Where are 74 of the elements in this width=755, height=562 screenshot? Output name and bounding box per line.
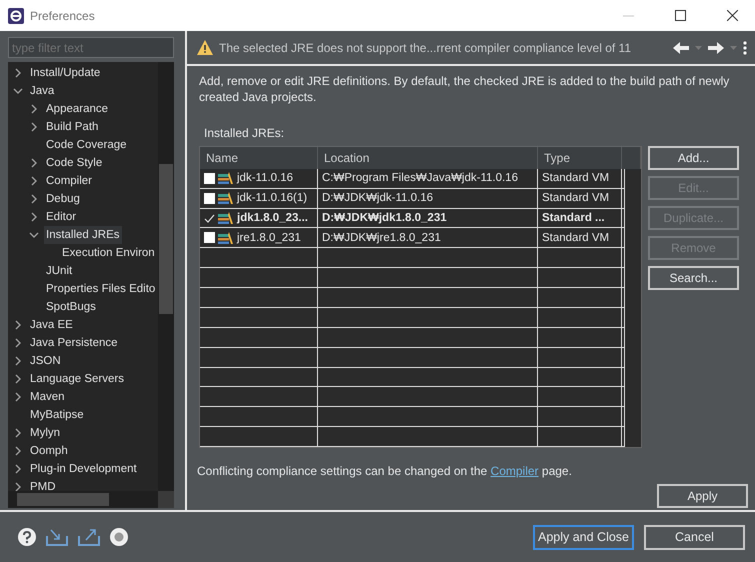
tree-item[interactable]: Oomph <box>28 442 70 460</box>
import-icon[interactable] <box>46 528 68 546</box>
scrollbar-corner <box>158 491 174 508</box>
table-cell: D:₩JDK₩jre1.8.0_231 <box>322 232 441 244</box>
warning-icon <box>197 40 213 55</box>
close-icon[interactable] <box>726 10 738 21</box>
checkbox[interactable] <box>204 192 215 204</box>
table-cell: D:₩JDK₩jdk-11.0.16 <box>322 192 433 204</box>
tree-item[interactable]: Maven <box>28 388 67 406</box>
tree-item[interactable]: Install/Update <box>28 64 102 82</box>
checkbox[interactable] <box>204 172 215 184</box>
compliance-note: Conflicting compliance settings can be changed on the Compiler page. <box>197 464 573 478</box>
table-cell: Standard ... <box>542 212 605 224</box>
side-button[interactable]: Search... <box>648 266 739 290</box>
dialog-button[interactable]: Cancel <box>644 524 745 550</box>
tree-item[interactable]: Plug-in Development <box>28 460 139 478</box>
tree-item[interactable]: Code Coverage <box>44 136 129 154</box>
chevron-down-icon[interactable] <box>29 230 39 240</box>
table-label: Installed JREs: <box>204 126 286 140</box>
table-cell: C:₩Program Files₩Java₩jdk-11.0.16 <box>322 172 518 184</box>
chevron-down-icon[interactable] <box>13 86 23 96</box>
record-icon[interactable] <box>110 528 128 546</box>
tree-item[interactable]: Debug <box>44 190 82 208</box>
column-header[interactable]: Name <box>200 147 318 169</box>
tree-item[interactable]: JSON <box>28 352 63 370</box>
forward-arrow-icon[interactable] <box>708 42 724 54</box>
table-cell: jre1.8.0_231 <box>237 232 301 244</box>
table-cell: D:₩JDK₩jdk1.8.0_231 <box>322 212 447 224</box>
back-arrow-icon[interactable] <box>673 42 689 54</box>
jre-icon <box>218 212 234 224</box>
maximize-icon[interactable] <box>674 10 686 21</box>
tree-item[interactable]: SpotBugs <box>44 298 98 316</box>
tree-item[interactable]: MyBatipse <box>28 406 86 424</box>
jre-icon <box>218 192 234 204</box>
table-cell: Standard VM <box>542 232 610 244</box>
tree-item[interactable]: Build Path <box>44 118 100 136</box>
chevron-right-icon[interactable] <box>13 68 23 78</box>
checkbox[interactable] <box>204 232 215 244</box>
tree-item[interactable]: Language Servers <box>28 370 126 388</box>
tree-item[interactable]: Execution Environ <box>60 244 157 262</box>
window-title: Preferences <box>30 8 96 22</box>
table-cell: Standard VM <box>542 192 610 204</box>
column-header[interactable]: Type <box>538 147 622 169</box>
help-icon[interactable] <box>18 528 36 546</box>
table-cell: jdk1.8.0_23... <box>237 212 308 224</box>
tree-item[interactable]: Java EE <box>28 316 75 334</box>
side-button[interactable]: Add... <box>648 146 739 170</box>
tree-item[interactable]: Mylyn <box>28 424 62 442</box>
apply-button[interactable]: Apply <box>657 484 748 508</box>
horizontal-scrollbar[interactable] <box>8 491 158 508</box>
checkbox[interactable] <box>204 212 215 224</box>
more-icon[interactable] <box>743 40 747 54</box>
description-text: Add, remove or edit JRE definitions. By default, the checked JRE is added to the build path of newly created Java projects. <box>199 73 730 105</box>
tree-item[interactable]: Code Style <box>44 154 104 172</box>
export-icon[interactable] <box>78 528 100 546</box>
tree-item[interactable]: Java <box>28 82 56 100</box>
vertical-scrollbar[interactable] <box>158 62 174 491</box>
app-icon <box>8 8 24 24</box>
tree-item[interactable]: PMD <box>28 478 58 491</box>
jre-icon <box>218 232 234 244</box>
table-cell: jdk-11.0.16 <box>237 172 294 184</box>
warning-message: The selected JRE does not support the...rrent compiler compliance level of 11 <box>219 40 632 54</box>
tree-item[interactable]: Java Persistence <box>28 334 120 352</box>
table-cell: Standard VM <box>542 172 610 184</box>
jre-icon <box>218 172 234 184</box>
tree-item[interactable]: Properties Files Edito <box>44 280 158 298</box>
dialog-button[interactable]: Apply and Close <box>533 524 634 550</box>
tree-item[interactable]: Compiler <box>44 172 94 190</box>
column-header[interactable]: Location <box>318 147 538 169</box>
tree-item[interactable]: Appearance <box>44 100 110 118</box>
tree-item[interactable]: Installed JREs <box>44 226 122 244</box>
table-cell: jdk-11.0.16(1) <box>237 192 308 204</box>
tree-item[interactable]: Editor <box>44 208 78 226</box>
tree-item[interactable]: JUnit <box>44 262 74 280</box>
